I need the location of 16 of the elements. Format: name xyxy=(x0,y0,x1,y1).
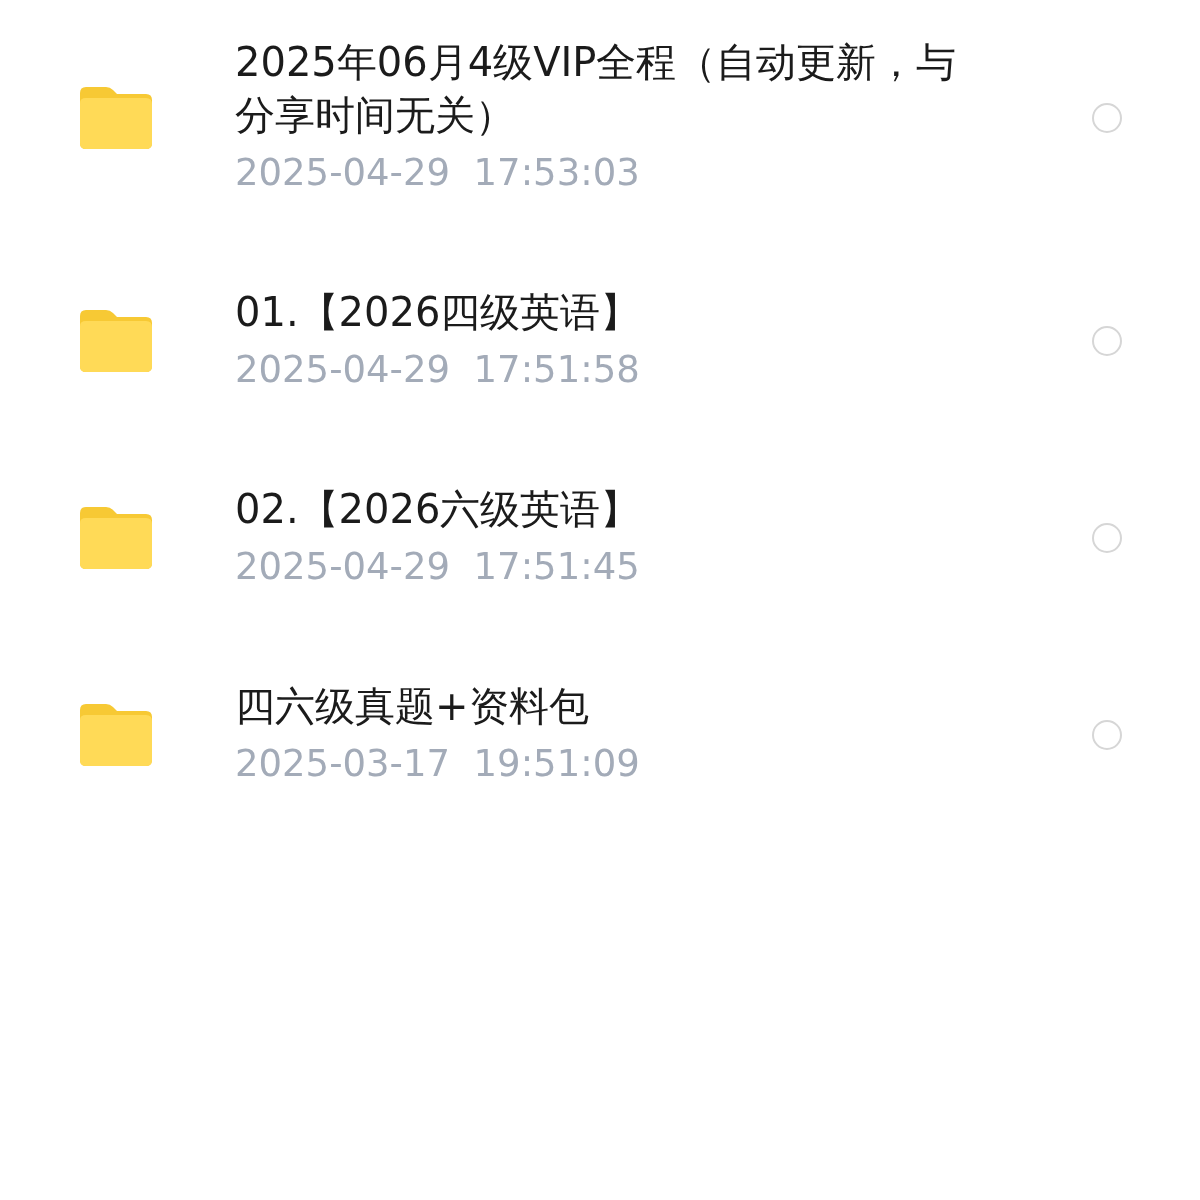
folder-icon xyxy=(80,86,152,149)
folder-name: 四六级真题+资料包 xyxy=(235,682,590,731)
folder-icon xyxy=(80,310,152,372)
select-radio[interactable] xyxy=(1092,102,1122,133)
select-radio[interactable] xyxy=(1092,326,1122,356)
folder-name: 02.【2026六级英语】 xyxy=(235,485,642,534)
folder-name: 01.【2026四级英语】 xyxy=(235,288,642,337)
modified-date: 2025-04-29 17:53:03 xyxy=(235,150,641,196)
folder-icon xyxy=(80,507,152,569)
folder-name: 2025年06月4级VIP全程（自动更新，与分享时间无关） xyxy=(235,38,958,140)
select-radio[interactable] xyxy=(1092,523,1122,553)
modified-date: 2025-04-29 17:51:45 xyxy=(235,544,641,590)
folder-icon xyxy=(80,704,152,766)
modified-date: 2025-03-17 19:51:09 xyxy=(235,741,641,787)
modified-date: 2025-04-29 17:51:58 xyxy=(235,347,641,393)
select-radio[interactable] xyxy=(1092,720,1122,750)
